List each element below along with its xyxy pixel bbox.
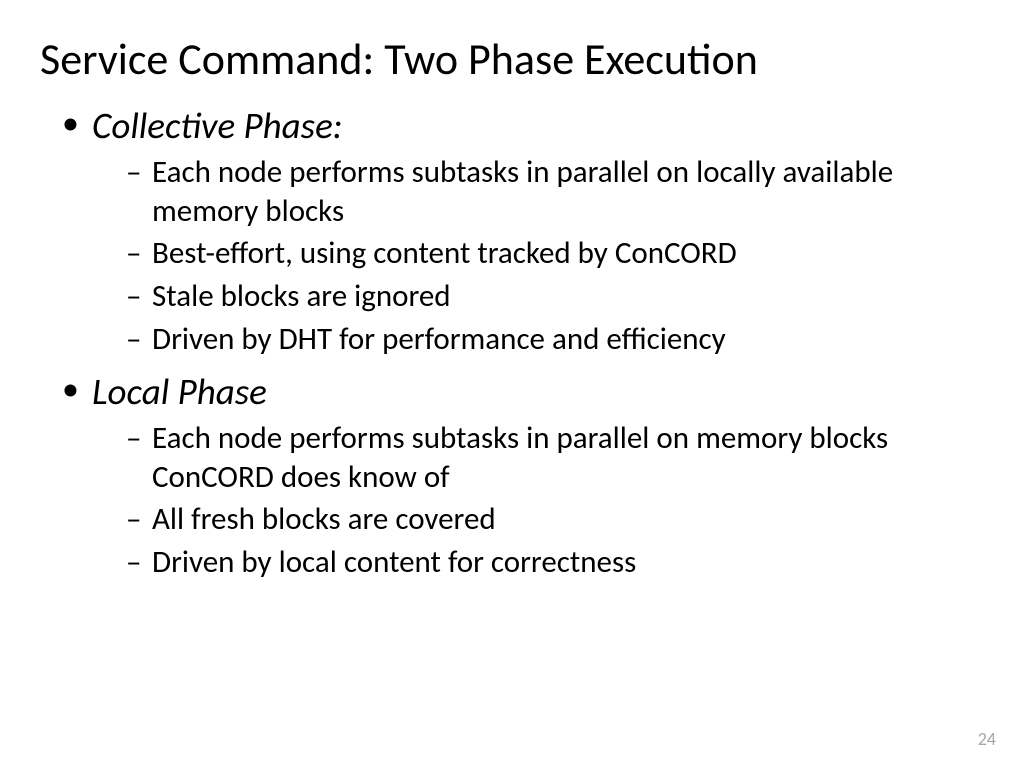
list-item: Stale blocks are ignored bbox=[126, 277, 984, 316]
slide: Service Command: Two Phase Execution Col… bbox=[0, 0, 1024, 768]
section-heading: Local Phase bbox=[92, 369, 267, 414]
sub-list: Each node performs subtasks in parallel … bbox=[92, 419, 984, 582]
section-collective: Collective Phase: Each node performs sub… bbox=[62, 103, 984, 359]
section-local: Local Phase Each node performs subtasks … bbox=[62, 369, 984, 582]
list-item: Best-effort, using content tracked by Co… bbox=[126, 234, 984, 273]
sub-list: Each node performs subtasks in parallel … bbox=[92, 153, 984, 359]
list-item: Each node performs subtasks in parallel … bbox=[126, 419, 984, 497]
list-item: All fresh blocks are covered bbox=[126, 500, 984, 539]
bullet-list: Collective Phase: Each node performs sub… bbox=[40, 103, 984, 582]
page-number: 24 bbox=[978, 728, 996, 750]
section-heading: Collective Phase: bbox=[92, 103, 343, 148]
list-item: Driven by DHT for performance and effici… bbox=[126, 320, 984, 359]
list-item: Each node performs subtasks in parallel … bbox=[126, 153, 984, 231]
list-item: Driven by local content for correctness bbox=[126, 543, 984, 582]
slide-title: Service Command: Two Phase Execution bbox=[40, 34, 984, 85]
